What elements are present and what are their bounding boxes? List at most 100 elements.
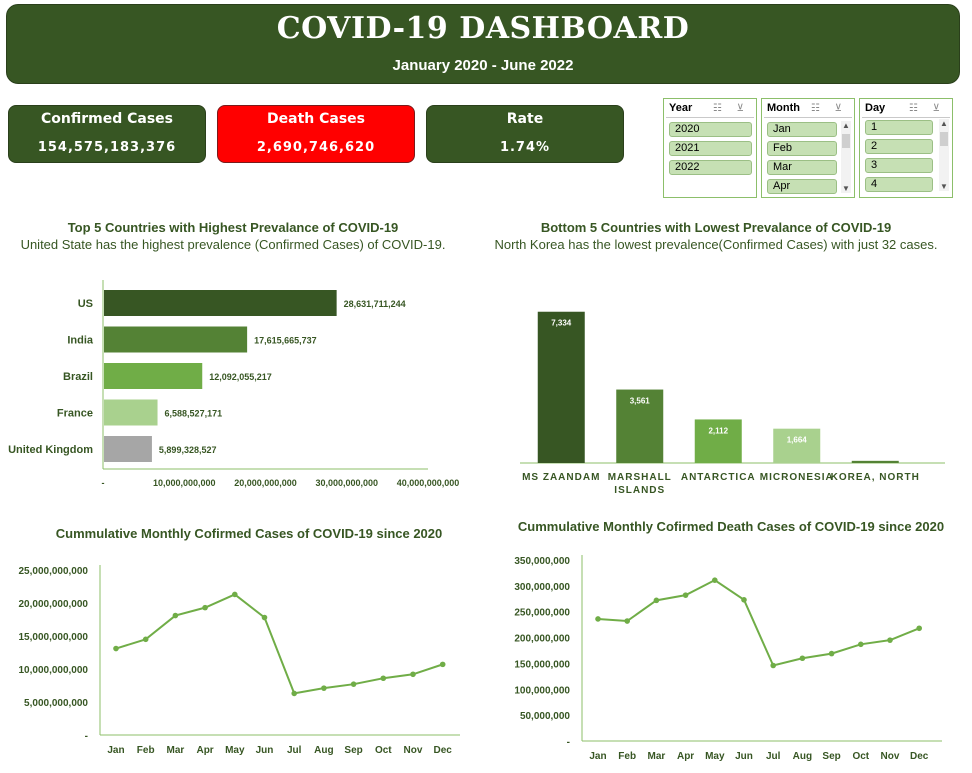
x-tick-label: Nov	[404, 745, 423, 756]
deaths-line-chart-title: Cummulative Monthly Cofirmed Death Cases…	[517, 519, 945, 534]
month-slicer[interactable]: Month ☷ ⊻ Jan Feb Mar Apr ▲ ▼	[761, 98, 855, 198]
category-label: India	[67, 335, 94, 347]
x-tick-label: May	[705, 751, 725, 762]
slicer-item[interactable]: Apr	[767, 179, 837, 194]
data-point	[887, 637, 893, 643]
y-tick-label: 15,000,000,000	[18, 632, 88, 643]
slicer-header: Day	[865, 102, 886, 114]
kpi-value: 2,690,746,620	[256, 140, 376, 155]
scroll-down-icon[interactable]: ▼	[841, 184, 851, 193]
x-tick-label: Nov	[881, 751, 900, 762]
y-tick-label: 5,000,000,000	[24, 698, 88, 709]
scroll-up-icon[interactable]: ▲	[939, 119, 949, 128]
y-tick-label: 200,000,000	[514, 634, 570, 645]
data-label: 2,112	[708, 426, 728, 435]
x-tick-label: Aug	[314, 745, 333, 756]
slicer-item[interactable]: 4	[865, 177, 933, 192]
data-label: 3,561	[630, 397, 651, 406]
bottom5-bar-chart: 7,334 MS ZAANDAM 3,561 MARSHALL ISLANDS 2,112…	[520, 311, 945, 496]
x-tick-label: 30,000,000,000	[315, 478, 378, 488]
page-subtitle: January 2020 - June 2022	[392, 57, 574, 74]
x-tick-label: Oct	[375, 745, 392, 756]
data-label: 28,631,711,244	[344, 299, 406, 309]
data-point	[321, 685, 327, 691]
data-label: 7,334	[551, 319, 572, 328]
slicer-header: Month	[767, 102, 800, 114]
slicer-item[interactable]: Mar	[767, 160, 837, 175]
y-tick-label: 50,000,000	[520, 711, 570, 722]
x-tick-label: Jun	[735, 751, 753, 762]
kpi-label: Death Cases	[267, 111, 365, 127]
x-tick-label: Sep	[344, 745, 362, 756]
data-point	[232, 591, 238, 598]
data-label: 17,615,665,737	[254, 336, 317, 346]
x-tick-label: Jan	[107, 745, 124, 756]
day-slicer[interactable]: Day ☷ ⊻ 1 2 3 4 ▲ ▼	[859, 98, 953, 198]
data-point	[828, 650, 835, 657]
category-label: France	[57, 408, 93, 420]
x-tick-label: Mar	[648, 751, 666, 762]
data-label: 5,899,328,527	[159, 445, 217, 455]
slicer-filter-icons[interactable]: ☷ ⊻	[909, 103, 946, 114]
category-label: Brazil	[63, 371, 93, 383]
slicer-item[interactable]: 2	[865, 139, 933, 154]
data-point	[595, 616, 601, 622]
x-tick-label: 10,000,000,000	[153, 478, 216, 488]
data-point	[858, 641, 864, 648]
x-tick-label: May	[225, 745, 245, 756]
x-tick-label: Apr	[196, 745, 213, 756]
x-tick-label: Dec	[910, 751, 929, 762]
top5-chart-title: Top 5 Countries with Highest Prevalance …	[67, 220, 399, 235]
kpi-label: Rate	[506, 111, 544, 127]
data-point	[653, 597, 660, 604]
data-label: 12,092,055,217	[209, 372, 272, 382]
data-point	[624, 618, 630, 624]
top5-bar-chart: US 28,631,711,244 India 17,615,665,737 Brazi…	[8, 280, 460, 488]
x-tick-label: 40,000,000,000	[397, 478, 460, 488]
data-point	[380, 675, 387, 682]
scroll-down-icon[interactable]: ▼	[939, 182, 949, 191]
slicer-item[interactable]: 3	[865, 158, 933, 173]
bottom5-chart-subtitle: North Korea has the lowest prevalence(Co…	[494, 237, 938, 252]
death-cases-card: Death Cases 2,690,746,620	[217, 105, 415, 163]
category-label: US	[78, 298, 93, 310]
dashboard-header: COVID-19 DASHBOARD January 2020 - June 2…	[6, 4, 960, 84]
slicer-scrollbar[interactable]: ▲ ▼	[939, 119, 949, 191]
data-point	[439, 661, 446, 668]
page-title: COVID-19 DASHBOARD	[276, 11, 690, 46]
x-tick-label: Jan	[589, 751, 606, 762]
y-tick-label: 300,000,000	[514, 582, 570, 593]
data-label: 6,588,527,171	[165, 409, 223, 419]
slicer-item[interactable]: 1	[865, 120, 933, 135]
bar	[104, 326, 248, 353]
data-point	[202, 604, 208, 611]
category-label: ANTARCTICA	[681, 472, 756, 483]
slicer-filter-icons[interactable]: ☷ ⊻	[713, 103, 750, 114]
data-point	[350, 681, 357, 687]
y-tick-label: 250,000,000	[514, 608, 570, 619]
slicer-header: Year	[669, 102, 693, 114]
category-label: United Kingdom	[8, 444, 93, 456]
data-point	[113, 645, 119, 652]
slicer-item[interactable]: Feb	[767, 141, 837, 156]
data-point	[770, 662, 776, 669]
slicer-item[interactable]: 2021	[669, 141, 752, 156]
bar	[537, 311, 585, 463]
data-point	[712, 577, 718, 583]
x-tick-label: Oct	[852, 751, 869, 762]
year-slicer[interactable]: Year ☷ ⊻ 2020 2021 2022	[663, 98, 757, 198]
category-label: MICRONESIA	[760, 472, 834, 483]
x-tick-label: Apr	[677, 751, 694, 762]
data-label: 1,664	[787, 436, 808, 445]
slicer-scrollbar[interactable]: ▲ ▼	[841, 121, 851, 193]
deaths-line-chart: - 50,000,000 100,000,000 150,000,000 200,000…	[514, 555, 942, 762]
scroll-up-icon[interactable]: ▲	[841, 121, 851, 130]
x-tick-label: Aug	[793, 751, 812, 762]
slicer-item[interactable]: Jan	[767, 122, 837, 137]
x-tick-label: -	[102, 478, 105, 488]
slicer-item[interactable]: 2022	[669, 160, 752, 175]
slicer-filter-icons[interactable]: ☷ ⊻	[811, 103, 848, 114]
slicer-item[interactable]: 2020	[669, 122, 752, 137]
x-tick-label: Dec	[434, 745, 453, 756]
bar	[104, 290, 337, 316]
